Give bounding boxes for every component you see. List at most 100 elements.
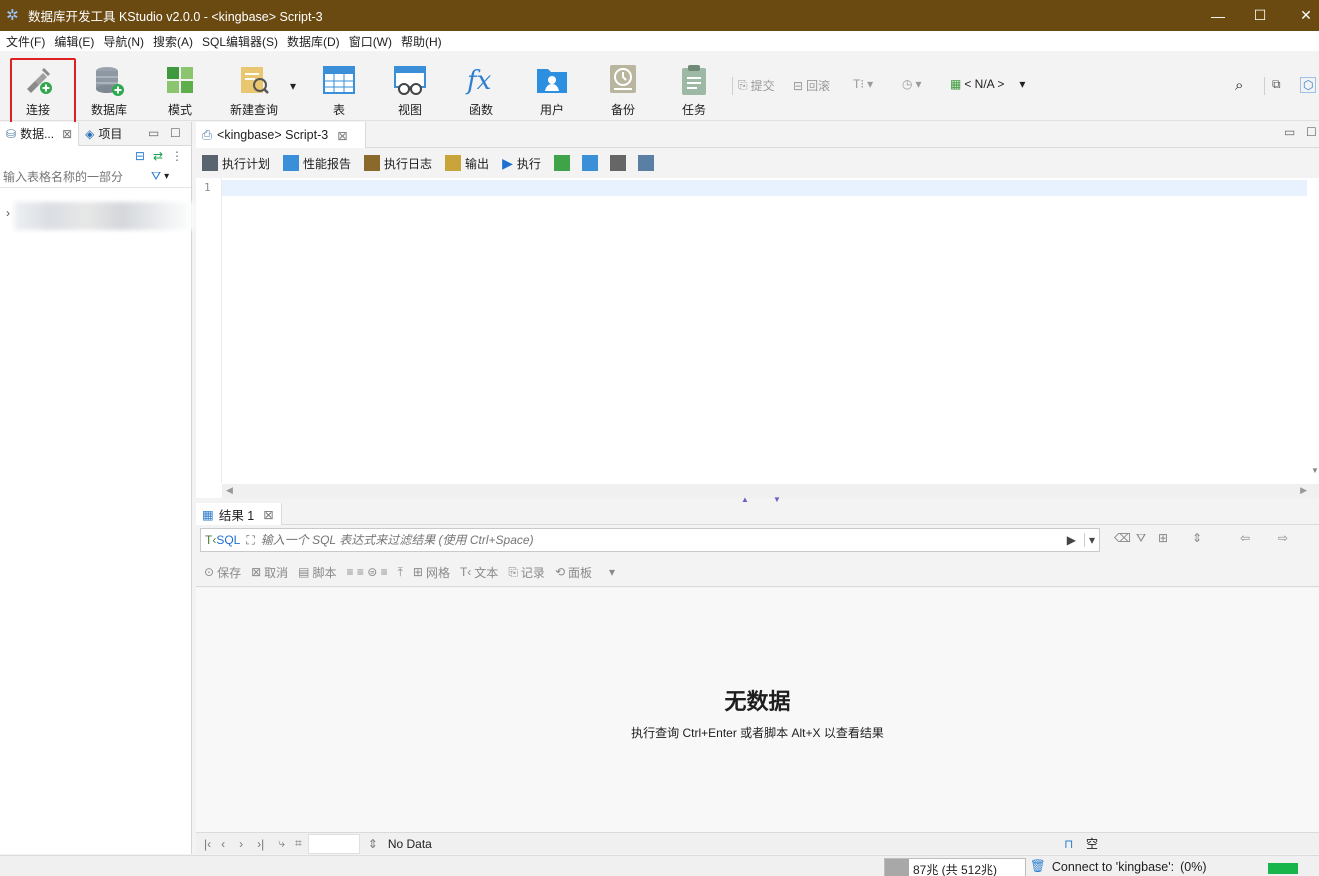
next-page-icon[interactable]: ›: [239, 837, 243, 851]
panel-button[interactable]: ⟲ 面板 ▾: [555, 564, 615, 581]
filter-icon[interactable]: ⛛: [151, 169, 161, 184]
tab-script-3[interactable]: ⎙ <kingbase> Script-3 ⊠: [196, 122, 366, 148]
chevron-down-icon[interactable]: ▾: [164, 171, 169, 182]
chevron-down-icon[interactable]: ▾: [1083, 533, 1099, 547]
scroll-down-icon[interactable]: ▼: [1311, 466, 1319, 475]
minimize-editor-icon[interactable]: ▭: [1284, 125, 1295, 139]
execute-script-icon[interactable]: [553, 155, 570, 171]
new-query-dropdown-icon[interactable]: ▾: [290, 79, 296, 93]
grid-button[interactable]: ⊞ 网格: [413, 564, 450, 581]
page-size-input[interactable]: [307, 833, 360, 854]
forward-arrow-icon[interactable]: ⇨: [1278, 531, 1288, 545]
result-filter-input[interactable]: [260, 533, 1067, 547]
table-button[interactable]: 表: [309, 59, 369, 119]
eraser-icon[interactable]: ⌫: [1114, 531, 1131, 545]
exec-log-button[interactable]: 执行日志: [364, 155, 432, 172]
scroll-right-icon[interactable]: ▶: [1300, 485, 1307, 496]
kstudio-perspective-icon[interactable]: ⬡: [1300, 77, 1317, 93]
text-button[interactable]: T‹ 文本: [460, 564, 498, 581]
close-icon[interactable]: ⊠: [62, 127, 72, 141]
menu-navigate[interactable]: 导航(N): [101, 33, 151, 50]
prev-page-icon[interactable]: ‹: [221, 837, 225, 851]
save-button[interactable]: ⊙ 保存: [204, 564, 241, 581]
user-button[interactable]: 用户: [522, 59, 582, 119]
collapse-all-icon[interactable]: ⊟: [135, 149, 145, 163]
maximize-view-icon[interactable]: ☐: [170, 126, 181, 140]
new-query-button[interactable]: 新建查询: [221, 59, 287, 119]
tab-project[interactable]: ◈ 项目: [79, 122, 128, 146]
script-button[interactable]: ▤ 脚本: [298, 564, 336, 581]
back-arrow-icon[interactable]: ⇦: [1240, 531, 1250, 545]
close-icon[interactable]: ⊠: [337, 128, 347, 143]
minimize-button[interactable]: —: [1195, 0, 1241, 31]
schema-grid-icon: ▦: [950, 77, 962, 91]
fetch-next-icon[interactable]: ⤷: [278, 836, 285, 851]
explain-icon[interactable]: [609, 155, 626, 171]
exec-plan-button[interactable]: 执行计划: [202, 155, 270, 172]
maximize-editor-icon[interactable]: ☐: [1306, 125, 1317, 139]
apply-filter-icon[interactable]: ▶: [1067, 533, 1076, 547]
table-filter-input[interactable]: [0, 166, 145, 187]
execute-button[interactable]: ▶ 执行: [502, 155, 541, 172]
menu-window[interactable]: 窗口(W): [347, 33, 399, 50]
expand-icon[interactable]: ⛶: [246, 533, 254, 548]
menu-search[interactable]: 搜索(A): [151, 33, 200, 50]
sort-icon[interactable]: ⇕: [1192, 531, 1202, 545]
first-page-icon[interactable]: |‹: [204, 837, 211, 851]
search-icon[interactable]: ⌕: [1235, 77, 1243, 94]
close-icon[interactable]: ⊠: [263, 507, 273, 522]
maximize-button[interactable]: ☐: [1237, 0, 1283, 31]
database-icon: [92, 63, 126, 97]
view-button[interactable]: 视图: [380, 59, 440, 119]
minimize-view-icon[interactable]: ▭: [148, 126, 159, 140]
transaction-mode-button[interactable]: T⁝ ▾: [853, 77, 873, 91]
editor-vertical-scrollbar[interactable]: ▼: [1309, 178, 1319, 483]
edit-icon[interactable]: [637, 155, 654, 171]
panel-toggle-icon[interactable]: ⊓: [1064, 837, 1073, 851]
last-page-icon[interactable]: ›|: [257, 837, 264, 851]
heap-status[interactable]: 87兆 (共 512兆): [884, 858, 1026, 876]
commit-button[interactable]: ⎘ 提交: [738, 77, 775, 94]
row-actions[interactable]: ≡ ≡ ⊜ ≡: [347, 565, 388, 579]
tab-database-navigator[interactable]: ⛁ 数据... ⊠: [0, 121, 80, 146]
tab-result-1[interactable]: ▦ 结果 1 ⊠: [196, 503, 282, 525]
function-button[interactable]: fx 函数: [451, 59, 511, 119]
fetch-all-icon[interactable]: ⌗: [295, 836, 302, 851]
menu-help[interactable]: 帮助(H): [399, 33, 449, 50]
database-button[interactable]: 数据库: [79, 59, 139, 119]
connect-button[interactable]: 连接: [8, 59, 68, 119]
filter-history-icon[interactable]: ⊞: [1158, 531, 1168, 545]
format-sql-icon[interactable]: [581, 155, 598, 171]
menu-edit[interactable]: 编辑(E): [52, 33, 101, 50]
editor-horizontal-scrollbar[interactable]: ◀ ▶: [222, 484, 1319, 498]
sql-filter-icon[interactable]: T‹SQL: [205, 533, 240, 547]
output-button[interactable]: 输出: [445, 155, 489, 172]
schema-button[interactable]: 模式: [150, 59, 210, 119]
perspective-icon[interactable]: ⧉: [1272, 77, 1281, 92]
record-button[interactable]: ⎘ 记录: [508, 564, 545, 581]
schema-selector[interactable]: ▦ < N/A > ▾: [950, 77, 1025, 91]
refresh-icon[interactable]: ⇕: [368, 837, 378, 851]
close-button[interactable]: ✕: [1283, 0, 1319, 31]
rollback-button[interactable]: ⊟ 回滚: [793, 77, 830, 94]
menu-database[interactable]: 数据库(D): [285, 33, 347, 50]
menu-file[interactable]: 文件(F): [4, 33, 52, 50]
backup-button[interactable]: 备份: [593, 59, 653, 119]
task-button[interactable]: 任务: [664, 59, 724, 119]
window-title: 数据库开发工具 KStudio v2.0.0 - <kingbase> Scri…: [28, 10, 323, 24]
history-button[interactable]: ◷ ▾: [902, 77, 922, 91]
function-fx-icon: fx: [464, 63, 498, 97]
link-editor-icon[interactable]: ⇄: [153, 149, 163, 163]
sql-editor[interactable]: 1 ▼ ◀ ▶: [196, 178, 1319, 498]
view-menu-icon[interactable]: ⋮: [171, 149, 183, 163]
menu-sql-editor[interactable]: SQL编辑器(S): [200, 33, 285, 50]
trash-icon[interactable]: 🗑: [1030, 859, 1046, 874]
scroll-left-icon[interactable]: ◀: [226, 485, 233, 496]
sql-filter-label: SQL: [216, 533, 241, 547]
chevron-right-icon[interactable]: ›: [6, 206, 10, 220]
export-button[interactable]: ⤒: [398, 565, 403, 580]
perf-report-button[interactable]: 性能报告: [283, 155, 351, 172]
main-toolbar: 连接 数据库 模式 新建查询 ▾ 表 视图 fx 函数 用户 备份 任务 ⎘ 提…: [0, 51, 1319, 124]
cancel-button[interactable]: ⊠ 取消: [251, 564, 288, 581]
filter-settings-icon[interactable]: ⛛: [1136, 531, 1146, 546]
